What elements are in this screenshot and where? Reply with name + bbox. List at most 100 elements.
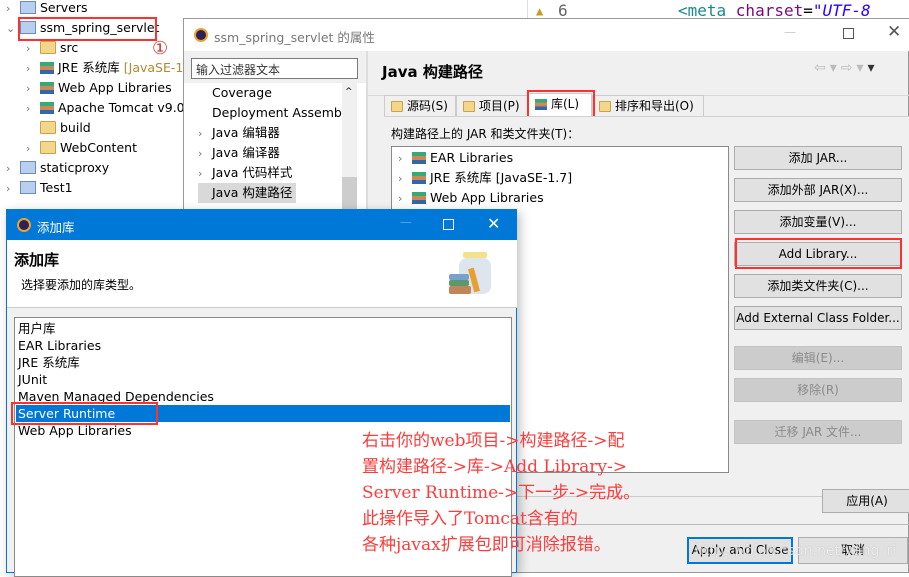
build-path-button[interactable]: 添加类文件夹(C)... xyxy=(734,274,902,298)
circled-marker: ① xyxy=(152,38,169,59)
page-title: Java 构建路径 xyxy=(382,63,483,81)
library-icon xyxy=(40,62,54,74)
tree-item-label: Servers xyxy=(40,0,88,15)
library-type-item[interactable]: EAR Libraries xyxy=(16,337,510,354)
library-label: Web App Libraries xyxy=(430,190,544,205)
tab-bar: 源码(S) 项目(P) 库(L) 排序和导出(O) xyxy=(384,93,904,117)
tree-item-label: build xyxy=(60,120,91,135)
nav-scrollbar[interactable]: ^ xyxy=(342,83,357,223)
filter-input[interactable]: 输入过滤器文本 xyxy=(191,58,358,79)
dialog-subtitle: 选择要添加的库类型。 xyxy=(21,278,142,292)
library-icon xyxy=(412,172,426,184)
library-type-item[interactable]: JRE 系统库 xyxy=(16,354,510,371)
chevron-icon[interactable]: › xyxy=(26,79,40,99)
chevron-icon[interactable]: › xyxy=(198,144,212,164)
chevron-icon[interactable]: › xyxy=(6,179,20,199)
build-path-button[interactable]: 添加 JAR... xyxy=(734,146,902,170)
library-label: EAR Libraries xyxy=(430,150,514,165)
nav-item[interactable]: › Java 编译器 xyxy=(198,143,280,163)
build-path-button[interactable]: 编辑(E)... xyxy=(734,346,902,370)
annotation-line: 置构建路径->库->Add Library-> xyxy=(362,457,628,477)
list-label: 构建路径上的 JAR 和类文件夹(T)： xyxy=(391,127,580,141)
chevron-icon[interactable]: › xyxy=(26,39,40,59)
library-icon xyxy=(412,152,426,164)
nav-tree: Coverage Deployment Assembly › Java 编辑器 › Jav… xyxy=(184,83,366,223)
close-button[interactable]: ✕ xyxy=(887,22,901,42)
project-icon xyxy=(20,181,36,194)
minimize-button[interactable]: — xyxy=(784,25,796,39)
tab[interactable]: 排序和导出(O) xyxy=(592,95,704,117)
folder-icon xyxy=(40,141,56,154)
tree-item[interactable]: › JRE 系统库 [JavaSE-1.7] xyxy=(26,58,200,78)
chevron-icon[interactable]: › xyxy=(6,159,20,179)
title-bar: ssm_spring_servlet 的属性 — ✕ xyxy=(184,19,909,51)
nav-item[interactable]: Java 构建路径 xyxy=(198,183,297,203)
project-icon xyxy=(20,161,36,174)
code-editor: ▲ 6 <meta charset="UTF-8 xyxy=(527,0,909,20)
tab-icon xyxy=(463,101,475,112)
nav-item-label: Java 编辑器 xyxy=(212,125,280,140)
folder-icon xyxy=(40,121,56,134)
minimize-button[interactable]: — xyxy=(400,215,412,229)
chevron-icon[interactable]: › xyxy=(398,149,412,169)
dialog-title: 添加库 xyxy=(37,220,75,235)
title-bar: 添加库 — ✕ xyxy=(7,210,517,240)
history-nav[interactable]: ⇦▾⇨▾▾ xyxy=(814,60,879,76)
package-folder-icon xyxy=(40,41,56,54)
tree-item[interactable]: › staticproxy xyxy=(6,158,109,178)
highlight-project xyxy=(18,17,157,41)
annotation-line: 右击你的web项目->构建路径->配 xyxy=(362,431,625,451)
project-icon xyxy=(20,1,36,14)
nav-item-label: Java 代码样式 xyxy=(212,165,293,180)
nav-item[interactable]: Coverage xyxy=(198,83,272,103)
nav-item[interactable]: › Java 代码样式 xyxy=(198,163,292,183)
tree-item[interactable]: › src xyxy=(26,38,78,58)
library-type-item[interactable]: JUnit xyxy=(16,371,510,388)
build-path-button[interactable]: 添加外部 JAR(X)... xyxy=(734,178,902,202)
dialog-heading: 添加库 xyxy=(14,251,60,269)
library-item[interactable]: › EAR Libraries xyxy=(398,148,513,168)
tree-item-label: Apache Tomcat v9.0 xyxy=(58,100,185,115)
tree-item[interactable]: ›Apache Tomcat v9.0[ xyxy=(26,98,194,118)
library-icon xyxy=(40,82,54,94)
maximize-button[interactable] xyxy=(843,28,854,39)
tree-item[interactable]: › Test1 xyxy=(6,178,73,198)
annotation-line: 各种javax扩展包即可消除报错。 xyxy=(362,535,611,555)
close-button[interactable]: ✕ xyxy=(487,214,500,233)
library-type-item[interactable]: 用户库 xyxy=(16,320,510,337)
nav-item[interactable]: › Java 编辑器 xyxy=(198,123,280,143)
build-path-button[interactable]: 添加变量(V)... xyxy=(734,210,902,234)
library-icon xyxy=(412,192,426,204)
dialog-title: ssm_spring_servlet 的属性 xyxy=(214,30,375,45)
tree-item-label: WebContent xyxy=(60,140,137,155)
apply-button[interactable]: 应用(A) xyxy=(822,489,909,513)
tab-icon xyxy=(391,101,403,112)
chevron-icon[interactable]: › xyxy=(26,139,40,159)
annotation-line: 此操作导入了Tomcat含有的 xyxy=(362,509,578,529)
chevron-icon[interactable]: › xyxy=(398,189,412,209)
tree-item[interactable]: › WebContent xyxy=(26,138,137,158)
build-path-button[interactable]: 移除(R) xyxy=(734,378,902,402)
tab-label: 项目(P) xyxy=(479,99,520,113)
tree-item-label: src xyxy=(60,40,79,55)
nav-item[interactable]: Deployment Assembly xyxy=(198,103,353,123)
tree-item[interactable]: › Servers xyxy=(6,0,88,18)
library-item[interactable]: › Web App Libraries xyxy=(398,188,544,208)
tree-item[interactable]: › Web App Libraries xyxy=(26,78,172,98)
tab[interactable]: 项目(P) xyxy=(456,95,528,117)
highlight-server-runtime xyxy=(11,402,158,425)
chevron-icon[interactable]: › xyxy=(26,59,40,79)
chevron-icon[interactable]: › xyxy=(198,124,212,144)
tab-label: 源码(S) xyxy=(407,99,448,113)
tree-item[interactable]: build xyxy=(26,118,91,138)
chevron-icon[interactable]: › xyxy=(398,169,412,189)
chevron-icon[interactable]: › xyxy=(26,99,40,119)
nav-item-label: Java 构建路径 xyxy=(212,185,293,200)
library-item[interactable]: › JRE 系统库 [JavaSE-1.7] xyxy=(398,168,572,188)
build-path-button[interactable]: Add External Class Folder... xyxy=(734,306,902,330)
chevron-icon[interactable]: › xyxy=(198,164,212,184)
library-jar-icon xyxy=(449,252,495,302)
build-path-button[interactable]: 迁移 JAR 文件... xyxy=(734,420,902,444)
maximize-button[interactable] xyxy=(443,219,454,230)
tab[interactable]: 源码(S) xyxy=(384,95,456,117)
